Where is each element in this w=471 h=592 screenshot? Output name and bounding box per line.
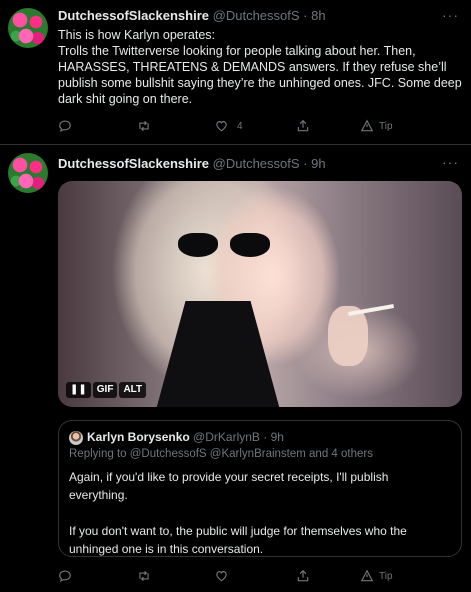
retweet-button[interactable] [136, 117, 152, 135]
retweet-icon [139, 120, 149, 132]
lens-left [178, 233, 218, 257]
avatar[interactable] [8, 8, 48, 48]
tweet-text: This is how Karlyn operates: Trolls the … [58, 27, 462, 107]
quoted-author-name: Karlyn Borysenko [87, 430, 190, 444]
tweet-header: DutchessofSlackenshire @DutchessofS · 9h [58, 156, 326, 171]
share-icon [297, 569, 309, 582]
action-bar: 4 Tip [58, 117, 398, 135]
more-options-icon[interactable]: ··· [442, 154, 459, 170]
tweet-text-line: publish some bullshit saying they’re the… [58, 76, 462, 90]
more-options-icon[interactable]: ··· [442, 7, 459, 23]
quoted-avatar [69, 431, 83, 445]
tip-button[interactable]: Tip [360, 117, 393, 135]
share-button[interactable] [296, 567, 310, 585]
quoted-timestamp: 9h [270, 430, 284, 444]
quoted-tweet[interactable]: Karlyn Borysenko @DrKarlynB · 9h Replyin… [58, 420, 462, 557]
like-count: 4 [237, 120, 243, 132]
separator-dot: · [303, 156, 308, 171]
retweet-button[interactable] [136, 567, 152, 585]
gif-badge: GIF [92, 382, 118, 398]
tweet-header: DutchessofSlackenshire @DutchessofS · 8h [58, 8, 326, 23]
retweet-icon [139, 570, 149, 582]
alt-badge[interactable]: ALT [119, 382, 147, 398]
tip-label: Tip [379, 570, 393, 582]
author-name[interactable]: DutchessofSlackenshire [58, 156, 209, 171]
tip-icon [360, 119, 374, 132]
gif-media[interactable]: ❚❚ GIF ALT [58, 181, 462, 407]
like-button[interactable]: 4 [214, 117, 243, 135]
separator-dot: · [303, 8, 308, 23]
tweet-text-line: This is how Karlyn operates: [58, 28, 216, 42]
lens-right [230, 233, 270, 257]
tip-icon [360, 569, 374, 582]
replying-to: Replying to @DutchessofS @KarlynBrainste… [69, 448, 373, 460]
gif-badges: ❚❚ GIF ALT [66, 382, 147, 398]
like-button[interactable] [214, 567, 229, 585]
quoted-text-line: Again, if you'd like to provide your sec… [69, 470, 389, 484]
separator-dot: · [263, 430, 268, 444]
tweet-text-line: dark shit going on there. [58, 92, 193, 106]
tweet-text-line: HARASSES, THREATENS & DEMANDS answers. I… [58, 60, 447, 74]
tweet-text-line: Trolls the Twitterverse looking for peop… [58, 44, 416, 58]
gif-sunglasses [178, 233, 270, 259]
quoted-text: Again, if you'd like to provide your sec… [69, 468, 453, 558]
author-handle[interactable]: @DutchessofS [213, 8, 300, 23]
share-icon [297, 119, 309, 132]
tip-label: Tip [379, 120, 393, 132]
tweet[interactable]: DutchessofSlackenshire @DutchessofS · 9h… [0, 145, 471, 592]
reply-icon [59, 570, 71, 583]
gif-figure [153, 301, 283, 407]
pause-icon[interactable]: ❚❚ [66, 382, 91, 398]
reply-button[interactable] [58, 567, 72, 585]
timestamp[interactable]: 9h [311, 156, 325, 171]
quoted-handle: @DrKarlynB [193, 430, 260, 444]
tweet[interactable]: DutchessofSlackenshire @DutchessofS · 8h… [0, 0, 471, 145]
action-bar: Tip [58, 567, 398, 585]
author-name[interactable]: DutchessofSlackenshire [58, 8, 209, 23]
reply-button[interactable] [58, 117, 72, 135]
heart-icon [216, 121, 227, 132]
reply-icon [59, 120, 71, 133]
quoted-text-line: If you don't want to, the public will ju… [69, 524, 407, 538]
quoted-text-line: everything. [69, 488, 128, 502]
timestamp[interactable]: 8h [311, 8, 325, 23]
heart-icon [216, 571, 227, 582]
author-handle[interactable]: @DutchessofS [213, 156, 300, 171]
avatar[interactable] [8, 153, 48, 193]
quoted-header: Karlyn Borysenko @DrKarlynB · 9h [87, 430, 284, 444]
tip-button[interactable]: Tip [360, 567, 393, 585]
quoted-text-line: unhinged one is in this conversation. [69, 542, 264, 556]
share-button[interactable] [296, 117, 310, 135]
